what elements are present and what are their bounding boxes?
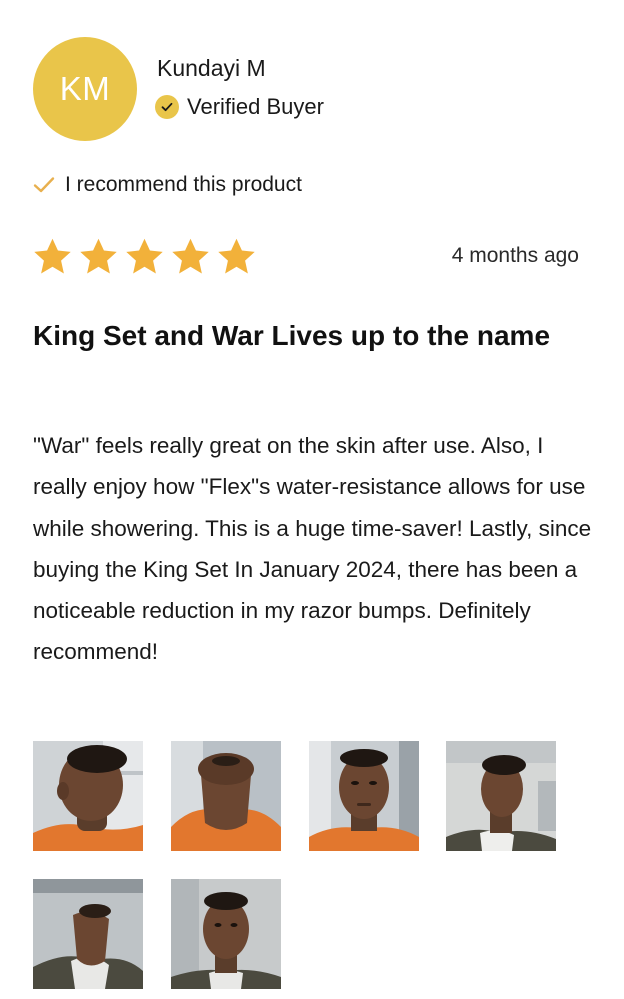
star-icon <box>172 238 209 274</box>
star-icon <box>218 238 255 274</box>
review-photo-2[interactable] <box>171 741 281 851</box>
star-icon <box>80 238 117 274</box>
review-title: King Set and War Lives up to the name <box>33 320 551 351</box>
review-photo-5[interactable] <box>33 879 143 989</box>
review-photo-3[interactable] <box>309 741 419 851</box>
recommendation: I recommend this product <box>33 173 302 197</box>
verified-check-icon <box>155 95 179 119</box>
recommendation-text: I recommend this product <box>65 173 302 196</box>
review-body: "War" feels really great on the skin aft… <box>33 433 592 665</box>
star-icon <box>34 238 71 274</box>
avatar: KM <box>33 37 137 141</box>
review-date: 4 months ago <box>451 244 579 267</box>
verified-buyer-badge: Verified Buyer <box>155 94 324 120</box>
review-photo-1[interactable] <box>33 741 143 851</box>
review-card: KM Kundayi M Verified Buyer I recommend … <box>0 0 624 999</box>
review-photo-6[interactable] <box>171 879 281 989</box>
checkmark-icon <box>33 174 55 196</box>
avatar-initials: KM <box>59 70 111 107</box>
review-photo-4[interactable] <box>446 741 556 851</box>
star-icon <box>126 238 163 274</box>
verified-label: Verified Buyer <box>187 94 324 119</box>
reviewer-name: Kundayi M <box>157 55 266 81</box>
star-rating <box>31 236 258 278</box>
